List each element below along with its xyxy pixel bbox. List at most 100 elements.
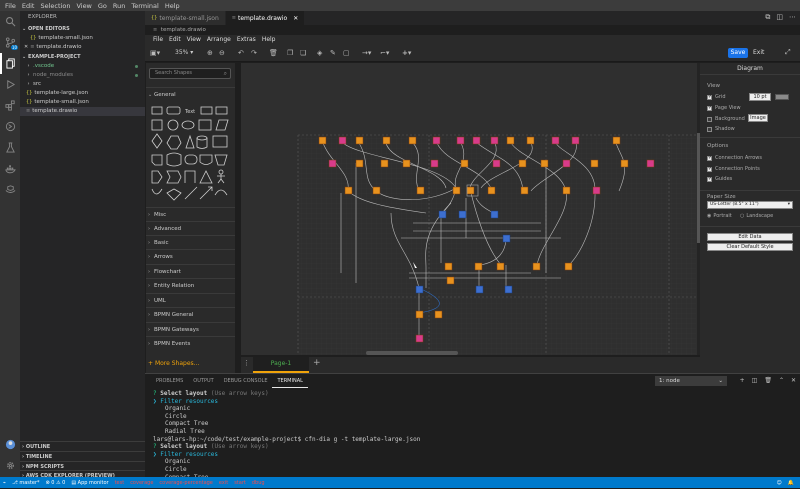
category-bpmn-events[interactable]: › BPMN Events (146, 336, 235, 350)
menu-run[interactable]: Run (110, 2, 128, 10)
general-shapes-grid[interactable]: Text (150, 103, 230, 207)
more-shapes-button[interactable]: + More Shapes... (148, 360, 199, 367)
connection-arrows-checkbox[interactable]: Connection Arrows (707, 155, 762, 161)
file-item[interactable]: {} template-large.json (20, 89, 145, 98)
tab-output[interactable]: OUTPUT (188, 374, 218, 388)
split-editor-icon[interactable]: ◫ (776, 13, 783, 22)
to-back-icon[interactable]: ❏ (300, 49, 306, 57)
zoom-level[interactable]: 35% ▾ (175, 49, 193, 56)
tab-debug-console[interactable]: DEBUG CONSOLE (219, 374, 273, 388)
image-button[interactable]: Image (748, 114, 768, 122)
folder-item[interactable]: › src (20, 80, 145, 89)
feedback-icon[interactable]: ☺ (777, 480, 782, 486)
menu-help[interactable]: Help (162, 2, 183, 10)
terminal-select[interactable]: 1: node ⌄ (655, 376, 727, 386)
kill-terminal-icon[interactable]: 🗑 (764, 377, 772, 384)
terminal-output[interactable]: ? Select layout (Use arrow keys) ❯ Filte… (153, 390, 793, 488)
file-item[interactable]: ≡ template.drawio (20, 107, 145, 116)
more-actions-icon[interactable]: ⋯ (789, 13, 796, 22)
category-bpmn-general[interactable]: › BPMN General (146, 307, 235, 321)
folder-item[interactable]: › .vscode (20, 62, 145, 71)
background-checkbox[interactable]: Background (707, 116, 745, 122)
breadcrumb[interactable]: ≡ template.drawio (145, 25, 800, 35)
canvas-horizontal-scrollbar[interactable] (366, 351, 458, 355)
zoom-out-icon[interactable]: ⊖ (219, 49, 225, 57)
drawio-menu-file[interactable]: File (150, 35, 166, 45)
tab-template-drawio[interactable]: ≡ template.drawio ✕ (225, 11, 306, 25)
folder-item[interactable]: › node_modules (20, 71, 145, 80)
add-page-icon[interactable]: + (313, 358, 321, 368)
category-uml[interactable]: › UML (146, 293, 235, 307)
category-general[interactable]: ⌄ General (146, 87, 235, 101)
search-shapes-input[interactable]: Search Shapes ⌕ (149, 68, 231, 79)
to-front-icon[interactable]: ❐ (287, 49, 293, 57)
problems-count[interactable]: ⊗ 0 ⚠ 0 (46, 480, 66, 486)
panels-icon[interactable]: ▣▾ (150, 49, 160, 57)
drawio-menu-view[interactable]: View (184, 35, 204, 45)
category-entity-relation[interactable]: › Entity Relation (146, 278, 235, 292)
outline-section[interactable]: › OUTLINE (20, 441, 145, 451)
fullscreen-icon[interactable]: ⤢ (785, 48, 791, 57)
insert-icon[interactable]: +▾ (402, 49, 411, 57)
connection-icon[interactable]: →▾ (362, 49, 371, 57)
file-item[interactable]: {} template-small.json (20, 98, 145, 107)
status-item-dbug[interactable]: dbug (252, 480, 265, 486)
open-editor-item[interactable]: ✕ ≡ template.drawio (20, 43, 145, 52)
status-item-coverage[interactable]: coverage (130, 480, 153, 486)
menu-edit[interactable]: Edit (19, 2, 38, 10)
drawio-menu-extras[interactable]: Extras (234, 35, 259, 45)
search-icon[interactable] (0, 11, 20, 32)
tab-problems[interactable]: PROBLEMS (151, 374, 188, 388)
extensions-icon[interactable] (0, 95, 20, 116)
compare-icon[interactable]: ⧉ (765, 13, 770, 22)
fill-color-icon[interactable]: ◈ (317, 49, 322, 57)
drawio-menu-arrange[interactable]: Arrange (204, 35, 234, 45)
drawio-menu-edit[interactable]: Edit (166, 35, 184, 45)
diagram-canvas[interactable] (241, 63, 697, 355)
redo-icon[interactable]: ↷ (251, 49, 257, 57)
status-item-test[interactable]: test (115, 480, 125, 486)
category-advanced[interactable]: › Advanced (146, 221, 235, 235)
new-terminal-icon[interactable]: + (740, 377, 745, 384)
pages-menu-icon[interactable]: ⋮ (243, 359, 250, 367)
menu-terminal[interactable]: Terminal (128, 2, 161, 10)
portrait-radio[interactable]: ◉ Portrait (707, 213, 732, 219)
tab-template-small[interactable]: {} template-small.json (145, 11, 226, 25)
page-view-checkbox[interactable]: Page View (707, 105, 741, 111)
test-icon[interactable] (0, 137, 20, 158)
drawio-menu-help[interactable]: Help (259, 35, 279, 45)
shadow-icon[interactable]: ▢ (343, 49, 350, 57)
category-basic[interactable]: › Basic (146, 235, 235, 249)
aws-icon[interactable] (0, 179, 20, 200)
page-tab[interactable]: Page-1 (253, 357, 309, 373)
connection-points-checkbox[interactable]: Connection Points (707, 166, 760, 172)
close-panel-icon[interactable]: ✕ (791, 377, 796, 384)
open-editor-item[interactable]: {} template-small.json (20, 34, 145, 43)
clear-default-style-button[interactable]: Clear Default Style (707, 243, 793, 251)
status-item-start[interactable]: start (234, 480, 246, 486)
source-control-icon[interactable]: 10 (0, 32, 20, 53)
grid-size-input[interactable]: 10 pt (749, 93, 771, 101)
edit-data-button[interactable]: Edit Data (707, 233, 793, 241)
paper-size-select[interactable]: US-Letter (8.5" x 11") ▾ (707, 201, 793, 209)
category-flowchart[interactable]: › Flowchart (146, 264, 235, 278)
open-editors-header[interactable]: ⌄ OPEN EDITORS (20, 24, 145, 34)
timeline-section[interactable]: › TIMELINE (20, 451, 145, 461)
category-arrows[interactable]: › Arrows (146, 249, 235, 263)
undo-icon[interactable]: ↶ (238, 49, 244, 57)
waypoints-icon[interactable]: ⌐▾ (380, 49, 389, 57)
docker-icon[interactable] (0, 158, 20, 179)
line-color-icon[interactable]: ✎ (330, 49, 336, 57)
maximize-panel-icon[interactable]: ⌃ (779, 377, 784, 384)
split-terminal-icon[interactable]: ◫ (752, 377, 758, 384)
git-branch[interactable]: ⎇ master* (12, 480, 40, 486)
menu-view[interactable]: View (73, 2, 94, 10)
close-icon[interactable]: ✕ (24, 43, 28, 52)
menu-file[interactable]: File (2, 2, 19, 10)
shadow-checkbox[interactable]: Shadow (707, 126, 735, 132)
notifications-icon[interactable]: 🔔 (788, 480, 794, 486)
exit-button[interactable]: Exit (753, 48, 764, 58)
menu-go[interactable]: Go (95, 2, 110, 10)
category-misc[interactable]: › Misc (146, 207, 235, 221)
grid-checkbox[interactable]: Grid (707, 94, 726, 100)
